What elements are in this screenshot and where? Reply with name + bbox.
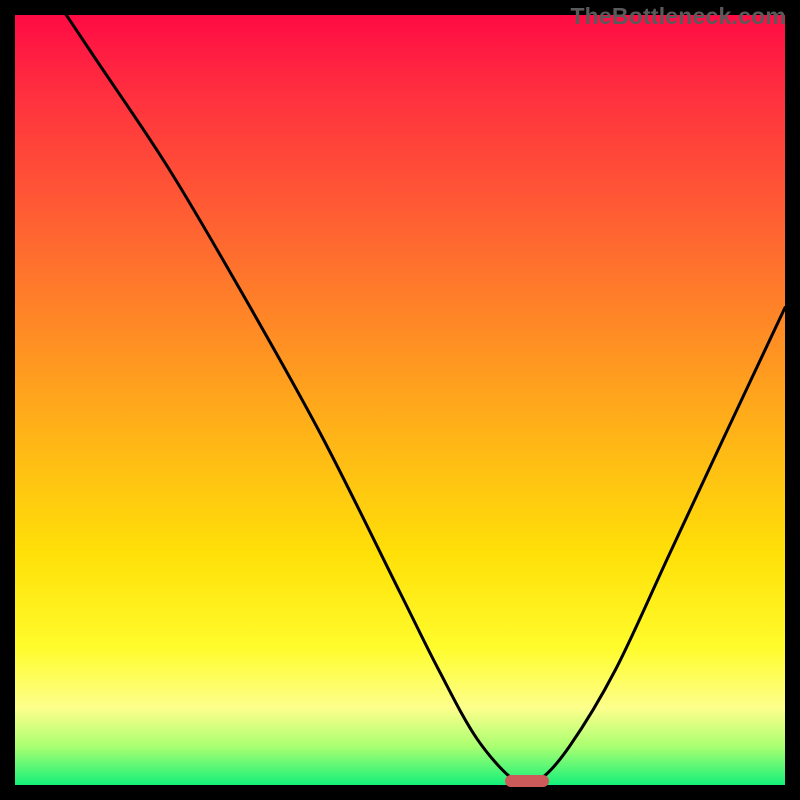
plot-area <box>15 15 785 785</box>
chart-frame: TheBottleneck.com <box>0 0 800 800</box>
min-marker <box>505 775 549 787</box>
bottleneck-curve <box>15 15 785 785</box>
curve-path <box>15 15 785 785</box>
watermark-text: TheBottleneck.com <box>570 3 786 30</box>
